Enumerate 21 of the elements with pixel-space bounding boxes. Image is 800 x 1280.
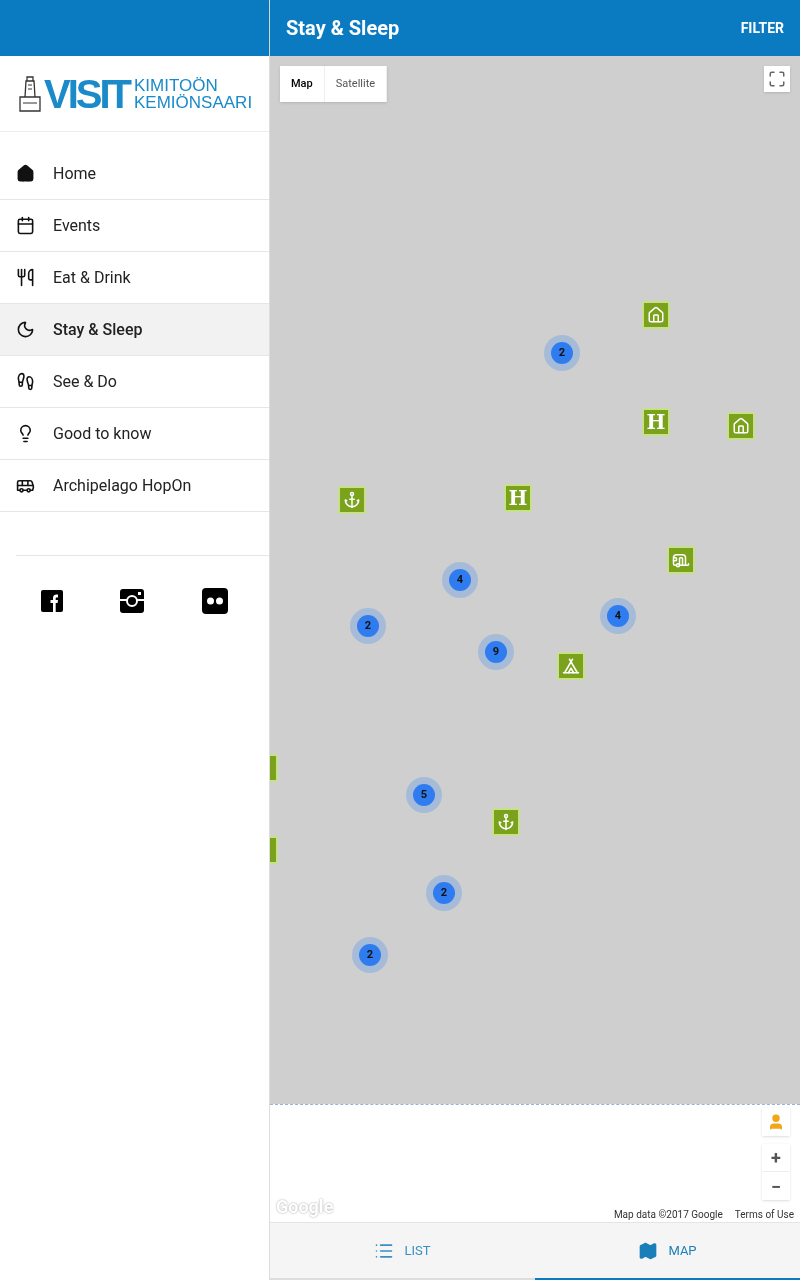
zoom-out-button[interactable]: − — [762, 1172, 790, 1200]
map-attribution: Map data ©2017 Google — [613, 1208, 723, 1222]
terms-link[interactable]: Terms of Use — [734, 1207, 794, 1222]
cluster-marker[interactable]: 2 — [544, 335, 580, 371]
logo-visit: VISIT — [44, 73, 130, 114]
logo-line: KEMIÖNSAARI — [134, 93, 253, 111]
view-tab[interactable]: MAP — [535, 1223, 800, 1280]
logo-line: KIMITOÖN — [134, 76, 218, 94]
cluster-marker[interactable]: 2 — [350, 608, 386, 644]
cluster-marker[interactable]: 2 — [426, 875, 462, 911]
cluster-marker[interactable]: 2 — [352, 937, 388, 973]
map-type-button[interactable]: Map — [280, 66, 325, 102]
zoom-in-button[interactable]: + — [762, 1144, 790, 1172]
page-title: Stay & Sleep — [286, 15, 400, 42]
filter-button[interactable]: FILTER — [740, 17, 784, 39]
nav-item[interactable]: Stay & Sleep — [0, 304, 269, 356]
map-type-button[interactable]: Satellite — [324, 66, 388, 102]
cluster-marker[interactable]: 4 — [600, 598, 636, 634]
cluster-marker[interactable]: 4 — [442, 562, 478, 598]
cluster-marker[interactable]: 5 — [406, 777, 442, 813]
cluster-marker[interactable]: 9 — [478, 634, 514, 670]
